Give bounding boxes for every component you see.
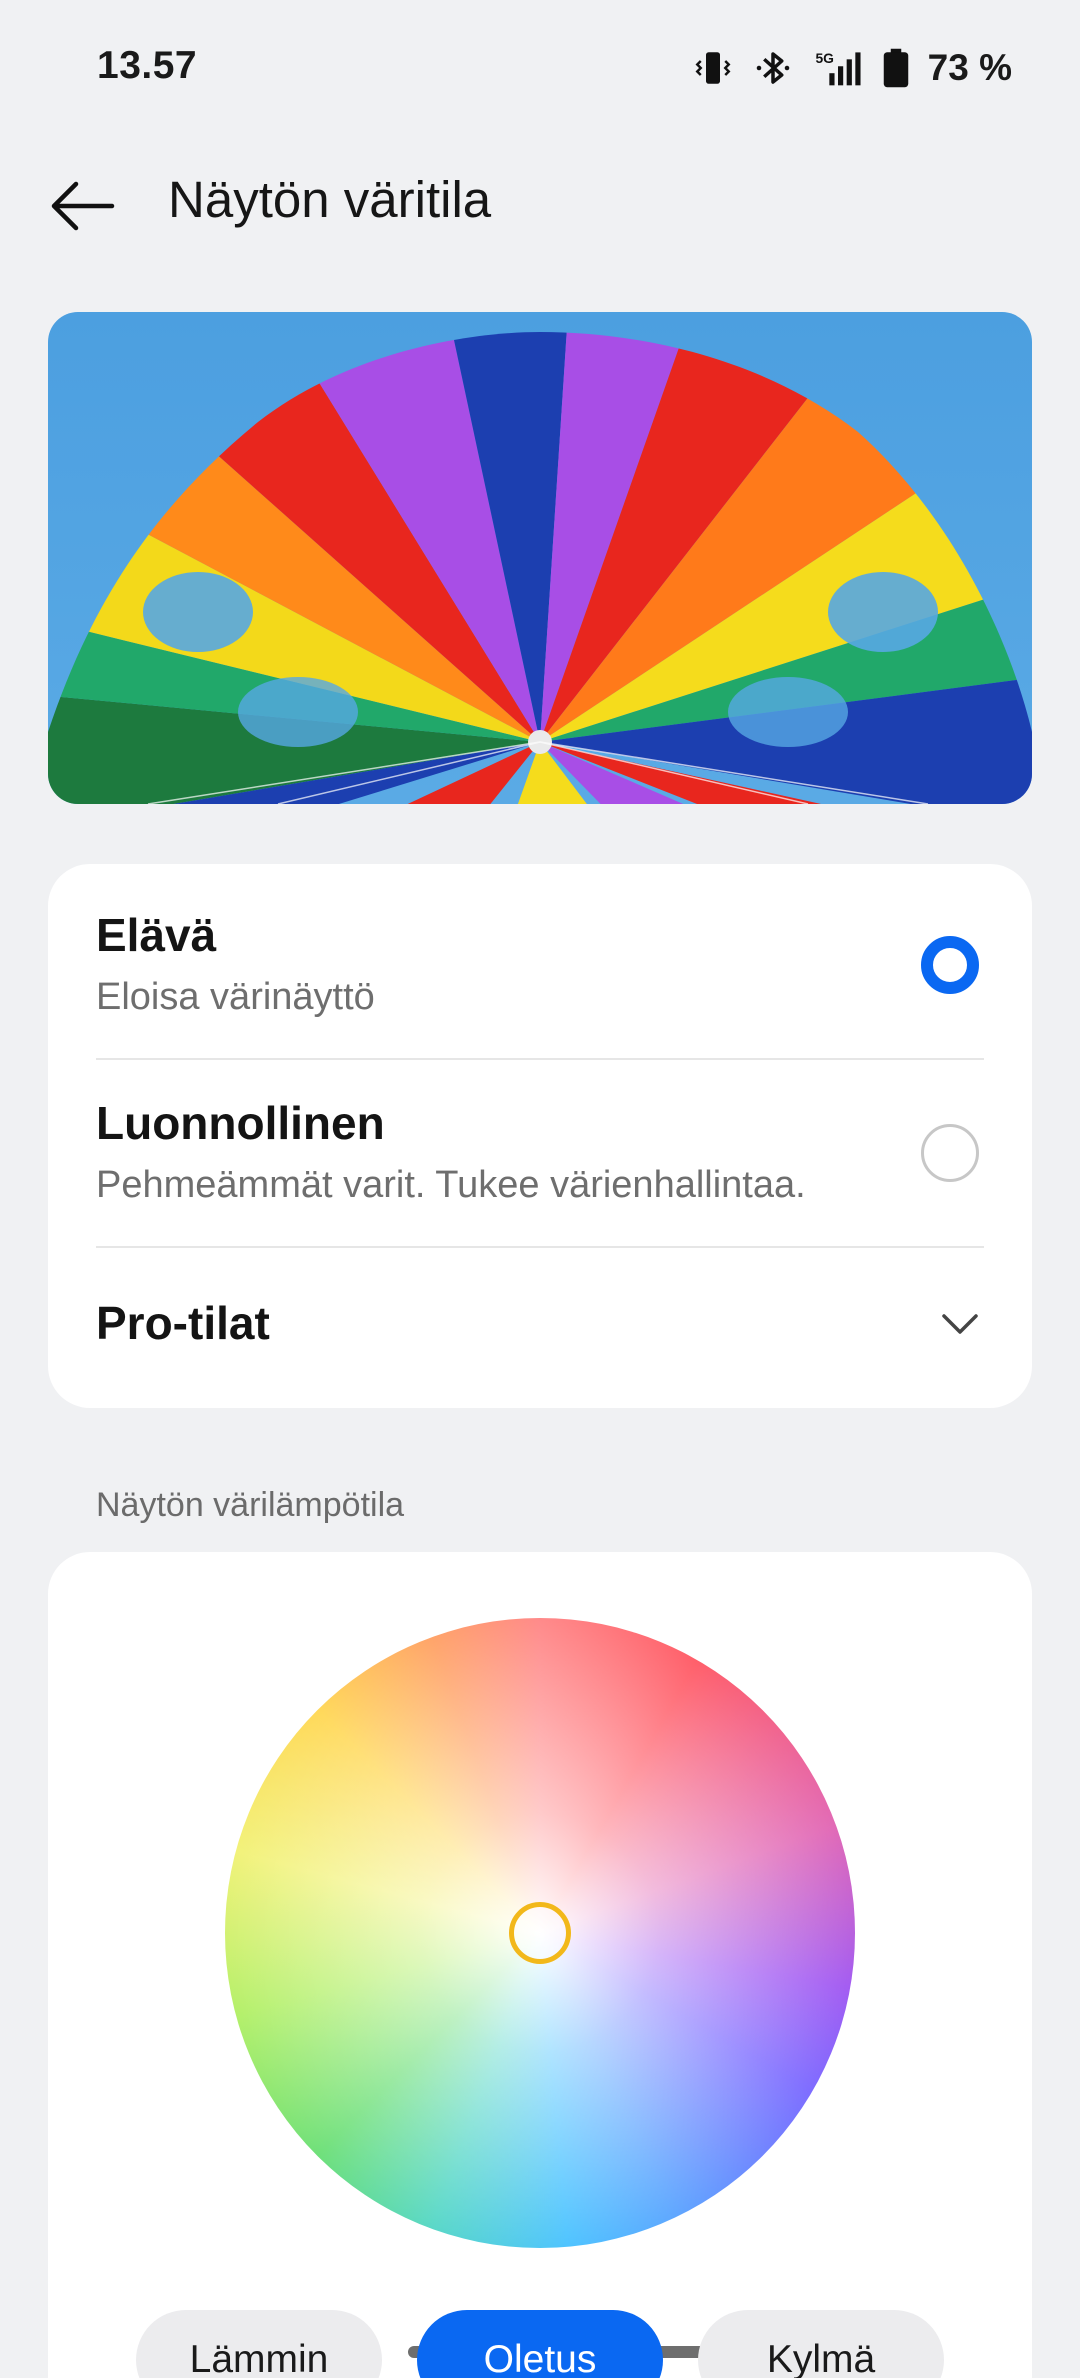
battery-percent: 73 % bbox=[927, 47, 1012, 88]
radio-unselected[interactable] bbox=[921, 1124, 979, 1182]
pro-modes-row[interactable]: Pro-tilat bbox=[96, 1282, 984, 1372]
vibrate-icon bbox=[695, 52, 731, 84]
status-time: 13.57 bbox=[97, 44, 198, 87]
status-icons: 5G 73 % bbox=[692, 44, 1012, 92]
arrow-left-icon[interactable] bbox=[42, 166, 122, 246]
battery-icon bbox=[883, 48, 908, 88]
option-subtitle: Pehmeämmät varit. Tukee värienhallintaa. bbox=[96, 1164, 806, 1206]
option-subtitle: Eloisa värinäyttö bbox=[96, 976, 375, 1018]
color-temperature-card: Lämmin Oletus Kylmä bbox=[48, 1552, 1032, 2378]
color-mode-card: Elävä Eloisa värinäyttö Luonnollinen Peh… bbox=[48, 864, 1032, 1408]
section-heading: Näytön värilämpötila bbox=[96, 1486, 405, 1524]
option-title: Luonnollinen bbox=[96, 1097, 385, 1149]
option-natural[interactable]: Luonnollinen Pehmeämmät varit. Tukee vär… bbox=[96, 1096, 984, 1216]
page-header: Näytön väritila bbox=[0, 140, 1080, 260]
preset-warm[interactable]: Lämmin bbox=[136, 2310, 382, 2378]
radio-selected[interactable] bbox=[921, 936, 979, 994]
bluetooth-icon bbox=[756, 52, 789, 84]
pro-modes-label: Pro-tilat bbox=[96, 1297, 270, 1349]
temperature-presets: Lämmin Oletus Kylmä bbox=[136, 2310, 944, 2378]
parachute-illustration bbox=[48, 332, 1032, 804]
color-wheel-handle[interactable] bbox=[509, 1902, 571, 1964]
signal-5g-icon: 5G bbox=[815, 50, 861, 86]
preview-image bbox=[48, 312, 1032, 804]
divider bbox=[96, 1246, 984, 1248]
preset-default[interactable]: Oletus bbox=[417, 2310, 663, 2378]
svg-text:5G: 5G bbox=[815, 50, 834, 66]
chevron-down-icon[interactable] bbox=[936, 1300, 984, 1348]
preset-cool[interactable]: Kylmä bbox=[698, 2310, 944, 2378]
status-bar: 13.57 5G 73 % bbox=[0, 0, 1080, 140]
divider bbox=[96, 1058, 984, 1060]
option-title: Elävä bbox=[96, 909, 217, 961]
option-vivid[interactable]: Elävä Eloisa värinäyttö bbox=[96, 908, 984, 1028]
color-wheel[interactable] bbox=[225, 1618, 855, 2248]
page-title: Näytön väritila bbox=[168, 171, 492, 228]
